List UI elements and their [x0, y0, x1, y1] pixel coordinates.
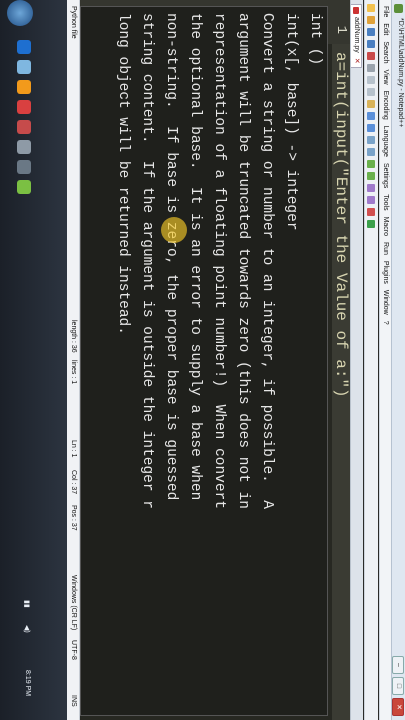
macro-record-icon[interactable] [367, 208, 376, 216]
print-icon[interactable] [367, 64, 376, 72]
menu-help[interactable]: ? [380, 321, 391, 325]
menu-search[interactable]: Search [380, 41, 391, 63]
calltip-line: int(x[, base]) -> integer [283, 13, 299, 231]
sync-scroll-icon[interactable] [367, 184, 376, 192]
new-file-icon[interactable] [367, 4, 376, 12]
menu-file[interactable]: File [380, 6, 391, 17]
line-number: 1 [333, 25, 349, 34]
window-titlebar[interactable]: *D:\HTML\addNum.py - Notepad++ – □ ✕ [391, 0, 405, 720]
notepad-plus-plus-task-icon[interactable] [17, 180, 31, 194]
status-ins: INS [70, 695, 77, 707]
tray-volume-icon[interactable]: ◀) [23, 625, 31, 633]
word-wrap-icon[interactable] [367, 196, 376, 204]
calltip-popup: int () int(x[, base]) -> integer Convert… [80, 6, 328, 716]
unsaved-file-icon [353, 7, 359, 14]
menu-window[interactable]: Window [380, 290, 391, 315]
status-file-type: Python file [70, 6, 77, 39]
calltip-line: int () [307, 13, 323, 66]
close-file-icon[interactable] [367, 52, 376, 60]
calltip-line: representation of a floating point numbe… [211, 13, 227, 509]
calltip-line: the optional base. It is an error to sup… [187, 13, 203, 501]
tab-addnum-py[interactable]: addNum.py ✕ [351, 4, 362, 68]
tab-close-icon[interactable]: ✕ [351, 58, 361, 64]
tab-label: addNum.py [353, 17, 360, 53]
status-eol[interactable]: Windows (CR LF) [67, 575, 79, 630]
rotated-desktop: *D:\HTML\addNum.py - Notepad++ – □ ✕ Fil… [0, 0, 405, 720]
menu-plugins[interactable]: Plugins [380, 261, 391, 284]
menu-macro[interactable]: Macro [380, 217, 391, 236]
cut-icon[interactable] [367, 76, 376, 84]
windows-start-icon[interactable] [7, 0, 33, 26]
calltip-line: long object will be returned instead. [115, 13, 131, 335]
windows-explorer-icon[interactable] [17, 60, 31, 74]
opera-browser-icon[interactable] [17, 100, 31, 114]
recorder-icon[interactable] [17, 160, 31, 174]
status-col: Col : 37 [70, 470, 77, 495]
media-player-icon[interactable] [17, 80, 31, 94]
status-lines: lines : 1 [70, 360, 77, 385]
menu-settings[interactable]: Settings [380, 163, 391, 188]
status-pos: Pos : 37 [70, 505, 77, 531]
calltip-line: argument will be truncated towards zero … [235, 13, 251, 509]
internet-explorer-icon[interactable] [17, 40, 31, 54]
open-file-icon[interactable] [367, 16, 376, 24]
undo-icon[interactable] [367, 112, 376, 120]
taskbar-clock[interactable]: 8:19 PM [24, 670, 31, 696]
save-all-icon[interactable] [367, 40, 376, 48]
window-controls: – □ ✕ [392, 656, 404, 716]
notepad-plus-plus-icon [394, 4, 403, 13]
status-encoding[interactable]: UTF-8 [67, 640, 79, 660]
code-editor[interactable]: 1 a=int(input("Enter the Value of a:") i… [80, 0, 350, 720]
save-icon[interactable] [367, 28, 376, 36]
maximize-button[interactable]: □ [392, 677, 404, 695]
calltip-line: non-string. If base is zero, the proper … [163, 13, 179, 501]
code-line-text[interactable]: a=int(input("Enter the Value of a:") [332, 52, 350, 398]
copy-icon[interactable] [367, 88, 376, 96]
menu-encoding[interactable]: Encoding [380, 91, 391, 120]
command-prompt-icon[interactable] [17, 140, 31, 154]
close-button[interactable]: ✕ [392, 698, 404, 716]
calltip-line: string content. If the argument is outsi… [139, 13, 155, 509]
status-bar: Python file length : 36 lines : 1 Ln : 1… [67, 0, 80, 720]
menu-language[interactable]: Language [380, 126, 391, 157]
minimize-button[interactable]: – [392, 656, 404, 674]
menu-bar: File Edit Search View Encoding Language … [379, 0, 391, 720]
tray-network-icon[interactable]: ▮▮ [23, 600, 31, 608]
mouse-cursor-highlight [161, 217, 187, 243]
status-length: length : 36 [70, 320, 77, 353]
screen: *D:\HTML\addNum.py - Notepad++ – □ ✕ Fil… [0, 0, 405, 720]
redo-icon[interactable] [367, 124, 376, 132]
menu-view[interactable]: View [380, 70, 391, 85]
paste-icon[interactable] [367, 100, 376, 108]
windows-taskbar: ▮▮ ◀) 8:19 PM [0, 0, 67, 720]
calltip-line: Convert a string or number to an integer… [259, 13, 275, 509]
replace-icon[interactable] [367, 148, 376, 156]
toolbar [364, 0, 378, 720]
window-title: *D:\HTML\addNum.py - Notepad++ [397, 18, 404, 128]
chrome-browser-icon[interactable] [17, 120, 31, 134]
menu-edit[interactable]: Edit [380, 23, 391, 35]
status-ln: Ln : 1 [70, 440, 77, 458]
zoom-out-icon[interactable] [367, 172, 376, 180]
menu-tools[interactable]: Tools [380, 194, 391, 210]
menu-run[interactable]: Run [380, 242, 391, 255]
find-icon[interactable] [367, 136, 376, 144]
zoom-in-icon[interactable] [367, 160, 376, 168]
tab-strip: addNum.py ✕ [350, 0, 363, 720]
macro-play-icon[interactable] [367, 220, 376, 228]
